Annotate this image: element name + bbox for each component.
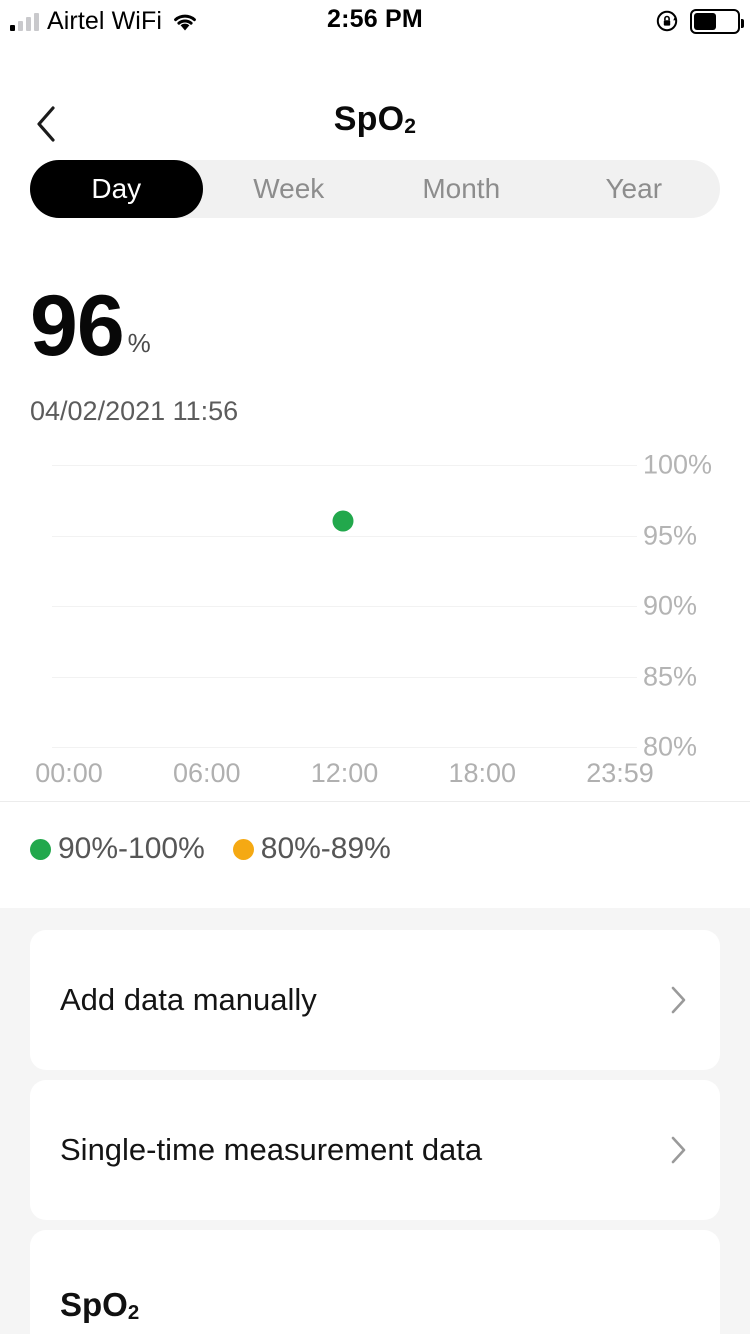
spo2-info-title-subscript: 2 — [127, 1301, 140, 1325]
add-data-manually-card[interactable]: Add data manually — [30, 930, 720, 1070]
gridline-80 — [52, 747, 637, 748]
spo2-chart[interactable]: 100% 95% 90% 85% 80% 00:00 06:00 12:00 18:00 23:… — [0, 440, 750, 802]
y-tick-label: 95% — [643, 520, 698, 550]
single-time-measurement-row[interactable]: Single-time measurement data — [30, 1080, 720, 1220]
period-segmented-control[interactable]: Day Week Month Year — [30, 160, 720, 218]
spo2-info-title: SpO2 — [60, 1286, 139, 1324]
status-bar-clock: 2:56 PM — [327, 5, 423, 33]
y-tick-label: 100% — [643, 449, 713, 480]
rotation-lock-icon — [654, 8, 680, 34]
gridline-95 — [52, 535, 637, 537]
gridline-90 — [52, 606, 637, 607]
chart-legend: 90%-100% 80%-89% — [30, 832, 419, 866]
spo2-info-card[interactable]: SpO2 — [30, 1230, 720, 1334]
legend-dot-green — [30, 838, 51, 860]
nav-bar: SpO2 — [0, 42, 750, 142]
status-bar: Airtel WiFi 2:56 PM — [0, 0, 750, 42]
app-screen: Airtel WiFi 2:56 PM SpO2 Day Week Month … — [0, 0, 750, 1334]
options-section: Add data manually Single-time measuremen… — [0, 908, 750, 1334]
y-tick-label: 85% — [643, 661, 698, 691]
chart-point[interactable] — [332, 510, 354, 532]
gridline-85 — [52, 676, 637, 678]
page-title-text: SpO — [333, 100, 405, 138]
legend-item-orange: 80%-89% — [232, 832, 391, 866]
legend-label-green: 90%-100% — [58, 832, 205, 865]
legend-dot-orange — [232, 838, 254, 860]
battery-icon — [690, 8, 744, 34]
tab-month[interactable]: Month — [375, 160, 548, 218]
x-tick-label: 06:00 — [172, 758, 241, 788]
single-time-measurement-label: Single-time measurement data — [60, 1132, 483, 1167]
legend-item-green: 90%-100% — [30, 832, 205, 866]
y-tick-label: 90% — [643, 590, 698, 621]
chevron-right-icon — [670, 1135, 688, 1165]
tab-year[interactable]: Year — [548, 160, 721, 218]
chevron-right-icon — [670, 985, 688, 1015]
current-value: 96 % — [30, 278, 151, 374]
x-tick-label: 18:00 — [448, 758, 517, 788]
x-tick-label: 12:00 — [310, 758, 379, 788]
x-tick-label: 23:59 — [586, 758, 654, 788]
add-data-manually-row[interactable]: Add data manually — [30, 930, 720, 1070]
single-time-measurement-card[interactable]: Single-time measurement data — [30, 1080, 720, 1220]
legend-label-orange: 80%-89% — [260, 832, 391, 865]
x-tick-label: 00:00 — [35, 758, 103, 788]
status-bar-right — [654, 6, 744, 36]
tab-day[interactable]: Day — [30, 160, 203, 218]
gridline-100 — [52, 465, 637, 466]
tab-week[interactable]: Week — [203, 160, 376, 218]
page-title-subscript: 2 — [404, 115, 417, 139]
chart-divider — [0, 801, 750, 802]
measurement-timestamp: 04/02/2021 11:56 — [30, 396, 239, 426]
spo2-value: 96 — [30, 278, 125, 374]
add-data-manually-label: Add data manually — [60, 982, 317, 1017]
page-title: SpO2 — [0, 100, 750, 139]
spo2-value-unit: % — [127, 328, 151, 359]
spo2-info-title-text: SpO — [60, 1286, 128, 1323]
